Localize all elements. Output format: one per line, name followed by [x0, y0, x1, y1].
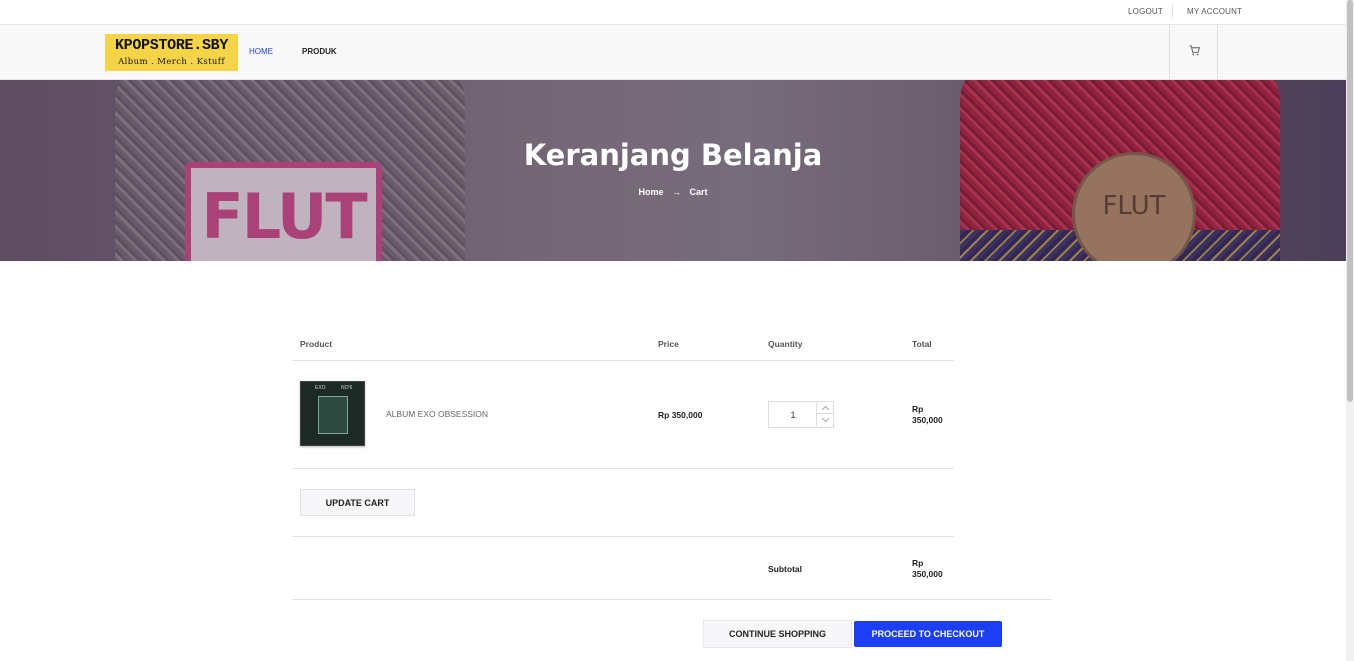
- site-header: KPOPSTORE.SBY Album . Merch . Kstuff HOM…: [0, 25, 1346, 80]
- quantity-stepper[interactable]: [768, 401, 834, 428]
- logo-tagline: Album . Merch . Kstuff: [118, 57, 225, 67]
- table-divider: [292, 468, 954, 469]
- breadcrumb-current: Cart: [689, 187, 708, 197]
- continue-shopping-button[interactable]: CONTINUE SHOPPING: [703, 620, 852, 648]
- product-name[interactable]: ALBUM EXO OBSESSION: [386, 409, 488, 419]
- subtotal-value: Rp 350,000: [912, 558, 943, 579]
- table-divider: [292, 536, 954, 537]
- column-header-price: Price: [658, 339, 679, 349]
- cart-icon: [1189, 45, 1200, 56]
- page-title: Keranjang Belanja: [523, 138, 823, 172]
- table-divider: [292, 599, 1052, 600]
- update-cart-button[interactable]: UPDATE CART: [300, 489, 415, 516]
- column-header-quantity: Quantity: [768, 339, 803, 349]
- product-thumbnail[interactable]: EXO NO'6: [300, 381, 365, 446]
- topbar-divider: [1172, 5, 1173, 17]
- subtotal-label: Subtotal: [768, 564, 802, 574]
- nav-item-home[interactable]: HOME: [249, 47, 273, 56]
- quantity-increment-button[interactable]: [816, 402, 833, 414]
- my-account-link[interactable]: MY ACCOUNT: [1187, 7, 1242, 16]
- nav-item-produk[interactable]: PRODUK: [302, 47, 337, 56]
- column-header-total: Total: [912, 339, 932, 349]
- page-scrollbar[interactable]: [1346, 0, 1354, 661]
- cart-button[interactable]: [1169, 25, 1218, 79]
- proceed-to-checkout-button[interactable]: PROCEED TO CHECKOUT: [854, 621, 1002, 647]
- scrollbar-thumb[interactable]: [1347, 0, 1353, 402]
- quantity-input[interactable]: [769, 402, 817, 427]
- logo-title: KPOPSTORE.SBY: [114, 37, 229, 54]
- quantity-decrement-button[interactable]: [816, 414, 833, 426]
- breadcrumb: Home → Cart: [0, 187, 1346, 197]
- row-total: Rp 350,000: [912, 404, 943, 425]
- chevron-down-icon: [821, 417, 830, 423]
- store-logo[interactable]: KPOPSTORE.SBY Album . Merch . Kstuff: [105, 34, 238, 71]
- table-divider: [292, 360, 954, 361]
- arrow-right-icon: →: [672, 187, 681, 197]
- column-header-product: Product: [300, 339, 333, 349]
- breadcrumb-home[interactable]: Home: [638, 187, 663, 197]
- logout-link[interactable]: LOGOUT: [1128, 7, 1163, 16]
- chevron-up-icon: [821, 405, 830, 411]
- top-bar: LOGOUT MY ACCOUNT: [0, 0, 1346, 25]
- product-price: Rp 350,000: [658, 410, 703, 420]
- page-hero-banner: FLUT FLUT Keranjang Belanja Home → Cart: [0, 80, 1346, 261]
